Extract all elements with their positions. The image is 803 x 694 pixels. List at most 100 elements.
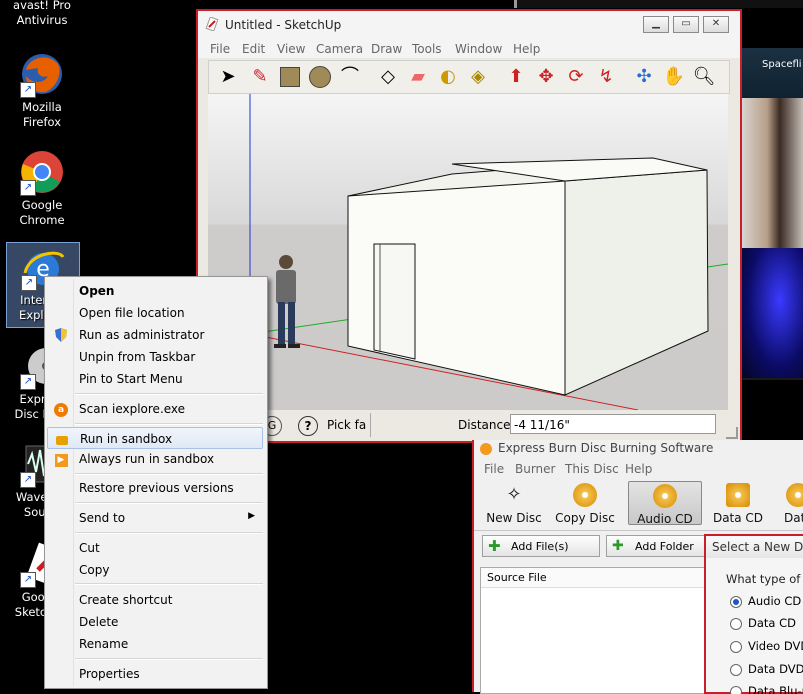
background-window-header [742,48,803,98]
desktop-icon-firefox[interactable]: ↗ Mozilla Firefox [6,50,78,130]
add-folder-button[interactable]: ✚ Add Folder [606,535,706,557]
tape-measure-icon[interactable]: ◐ [435,64,461,90]
move-tool-icon[interactable]: ✥ [533,64,559,90]
help-icon[interactable]: ? [298,416,318,436]
menu-view[interactable]: View [277,42,305,56]
file-list[interactable]: Source File [480,567,708,694]
menu-item-pin-to-start-menu[interactable]: Pin to Start Menu [47,368,263,390]
make-component-icon[interactable]: ◇ [375,64,401,90]
zoom-tool-icon[interactable]: 🔍︎ [691,64,717,90]
radio-label: Data Blu-ra [748,684,803,694]
follow-me-icon[interactable]: ↯ [593,64,619,90]
paint-bucket-icon[interactable]: ◈ [465,64,491,90]
eb-menu-file[interactable]: File [484,462,504,476]
menu-item-create-shortcut[interactable]: Create shortcut [47,589,263,611]
shortcut-arrow-icon: ↗ [20,180,36,196]
menu-item-run-in-sandbox[interactable]: Run in sandbox [47,427,263,449]
menu-item-always-run-in-sandbox[interactable]: ▶ Always run in sandbox [47,448,263,470]
menu-item-label: Cut [79,541,100,555]
data-cd-label: Data CD [712,511,764,525]
eb-menu-burner[interactable]: Burner [515,462,555,476]
menu-item-scan[interactable]: a Scan iexplore.exe [47,398,263,420]
menu-file[interactable]: File [210,42,230,56]
orbit-tool-icon[interactable]: ✣ [631,64,657,90]
close-button[interactable]: ✕ [703,16,729,33]
measurements-field[interactable]: -4 11/16" [510,414,716,434]
desktop-icon-label: Google Chrome [19,198,65,227]
menu-draw[interactable]: Draw [371,42,402,56]
radio-dot [733,599,739,605]
menu-item-label: Create shortcut [79,593,173,607]
menu-item-restore-previous-versions[interactable]: Restore previous versions [47,477,263,499]
shield-icon [53,327,69,343]
menu-separator [75,658,263,660]
new-disc-button[interactable]: ✧ New Disc [484,483,544,525]
submenu-arrow-icon: ▶ [248,511,255,521]
eraser-tool-icon[interactable]: ▰ [405,64,431,90]
add-files-button[interactable]: ✚ Add File(s) [482,535,600,557]
radio-button[interactable] [730,618,742,630]
context-menu[interactable]: Open Open file location Run as administr… [44,276,268,689]
audio-cd-button[interactable]: Audio CD [628,481,702,526]
shortcut-arrow-icon: ↗ [21,275,37,291]
sketchup-statusbar: G ? Pick fa Distance -4 11/16" [208,411,728,439]
select-tool-icon[interactable]: ➤ [215,64,241,90]
sketchup-viewport[interactable] [208,94,728,410]
menu-item-run-as-administrator[interactable]: Run as administrator [47,324,263,346]
desktop-icon-label: avast! Pro Antivirus [13,0,71,27]
minimize-button[interactable]: ▁ [643,16,669,33]
menu-item-rename[interactable]: Rename [47,633,263,655]
rectangle-tool-icon[interactable] [277,64,303,90]
menu-item-cut[interactable]: Cut [47,537,263,559]
menu-item-properties[interactable]: Properties [47,663,263,685]
menu-item-copy[interactable]: Copy [47,559,263,581]
audio-cd-icon [653,484,677,508]
radio-button[interactable] [730,664,742,676]
menu-item-open-file-location[interactable]: Open file location [47,302,263,324]
rotate-tool-icon[interactable]: ⟳ [563,64,589,90]
maximize-button[interactable]: ▭ [673,16,699,33]
menu-tools[interactable]: Tools [412,42,442,56]
menu-item-open[interactable]: Open [47,280,263,302]
menu-item-label: Open [79,284,115,298]
eb-menu-help[interactable]: Help [625,462,652,476]
copy-disc-button[interactable]: Copy Disc [554,483,616,525]
radio-audio-cd[interactable]: Audio CD [730,594,803,610]
eb-menu-this-disc[interactable]: This Disc [565,462,619,476]
radio-button[interactable] [730,641,742,653]
desktop-icon-avast[interactable]: avast! Pro Antivirus [6,0,78,28]
menu-item-delete[interactable]: Delete [47,611,263,633]
radio-button[interactable] [730,686,742,694]
menu-edit[interactable]: Edit [242,42,265,56]
data-dvd-button[interactable]: Data [778,483,803,525]
menu-item-unpin-from-taskbar[interactable]: Unpin from Taskbar [47,346,263,368]
sketchup-menubar: File Edit View Camera Draw Tools Window … [198,38,740,58]
sketchup-window[interactable]: Untitled - SketchUp ▁ ▭ ✕ File Edit View… [196,9,742,443]
pencil-tool-icon[interactable]: ✎ [247,64,273,90]
menu-item-label: Send to [79,511,126,525]
menu-help[interactable]: Help [513,42,540,56]
select-disc-dialog[interactable]: Select a New Disc What type of di Audio … [704,534,803,694]
menu-item-label: Open file location [79,306,185,320]
column-header-source-file[interactable]: Source File [481,568,707,588]
push-pull-icon[interactable]: ⬆ [503,64,529,90]
pan-tool-icon[interactable]: ✋ [661,64,687,90]
sketchup-titlebar[interactable]: Untitled - SketchUp ▁ ▭ ✕ [198,11,740,39]
desktop-icon-chrome[interactable]: ↗ Google Chrome [6,148,78,228]
radio-data-bluray[interactable]: Data Blu-ra [730,684,803,694]
radio-video-dvd[interactable]: Video DVD [730,639,803,655]
radio-data-cd[interactable]: Data CD [730,616,803,632]
menu-item-send-to[interactable]: Send to ▶ [47,507,263,529]
menu-camera[interactable]: Camera [316,42,363,56]
radio-data-dvd[interactable]: Data DVD [730,662,803,678]
circle-tool-icon[interactable] [307,64,333,90]
copy-disc-label: Copy Disc [555,511,615,525]
arc-tool-icon[interactable]: ⌒ [337,64,363,90]
menu-window[interactable]: Window [455,42,502,56]
add-folder-label: Add Folder [635,540,694,553]
add-icon: ✚ [488,537,501,555]
desktop-icon-label: Mozilla Firefox [22,100,62,129]
express-burn-window[interactable]: Express Burn Disc Burning Software File … [472,440,803,694]
resize-grip-icon[interactable] [726,427,738,439]
data-cd-button[interactable]: Data CD [708,483,768,525]
